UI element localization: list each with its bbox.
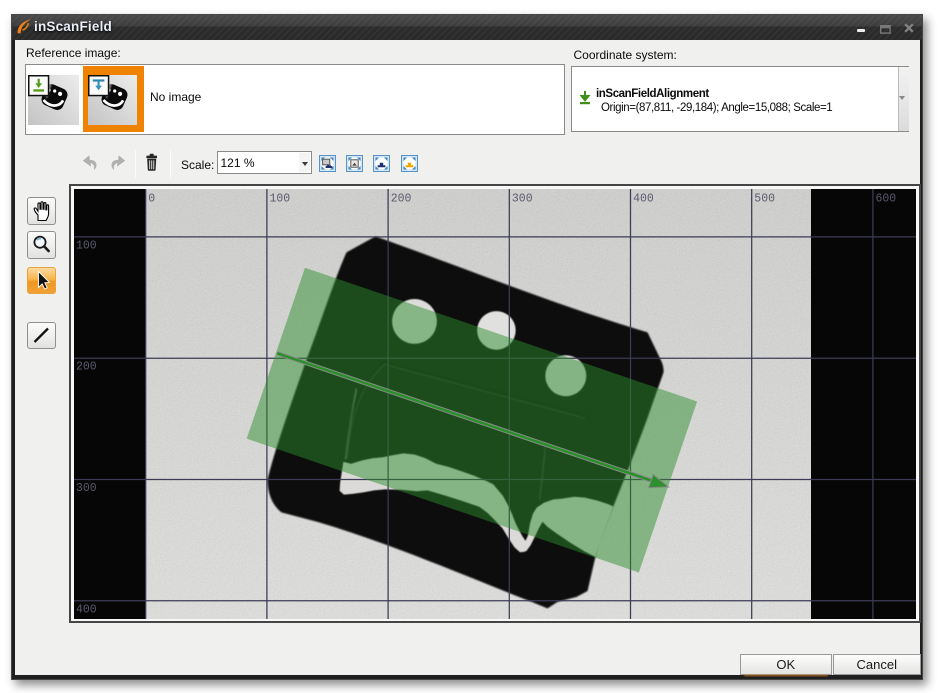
- svg-text:500: 500: [754, 192, 775, 205]
- svg-text:200: 200: [391, 192, 412, 205]
- svg-text:300: 300: [512, 192, 533, 205]
- svg-text:300: 300: [76, 482, 97, 495]
- svg-text:600: 600: [876, 192, 897, 205]
- svg-text:400: 400: [76, 603, 97, 616]
- svg-text:100: 100: [270, 192, 291, 205]
- svg-text:400: 400: [633, 192, 654, 205]
- svg-text:0: 0: [148, 192, 155, 205]
- svg-text:100: 100: [76, 239, 97, 252]
- svg-text:200: 200: [76, 360, 97, 373]
